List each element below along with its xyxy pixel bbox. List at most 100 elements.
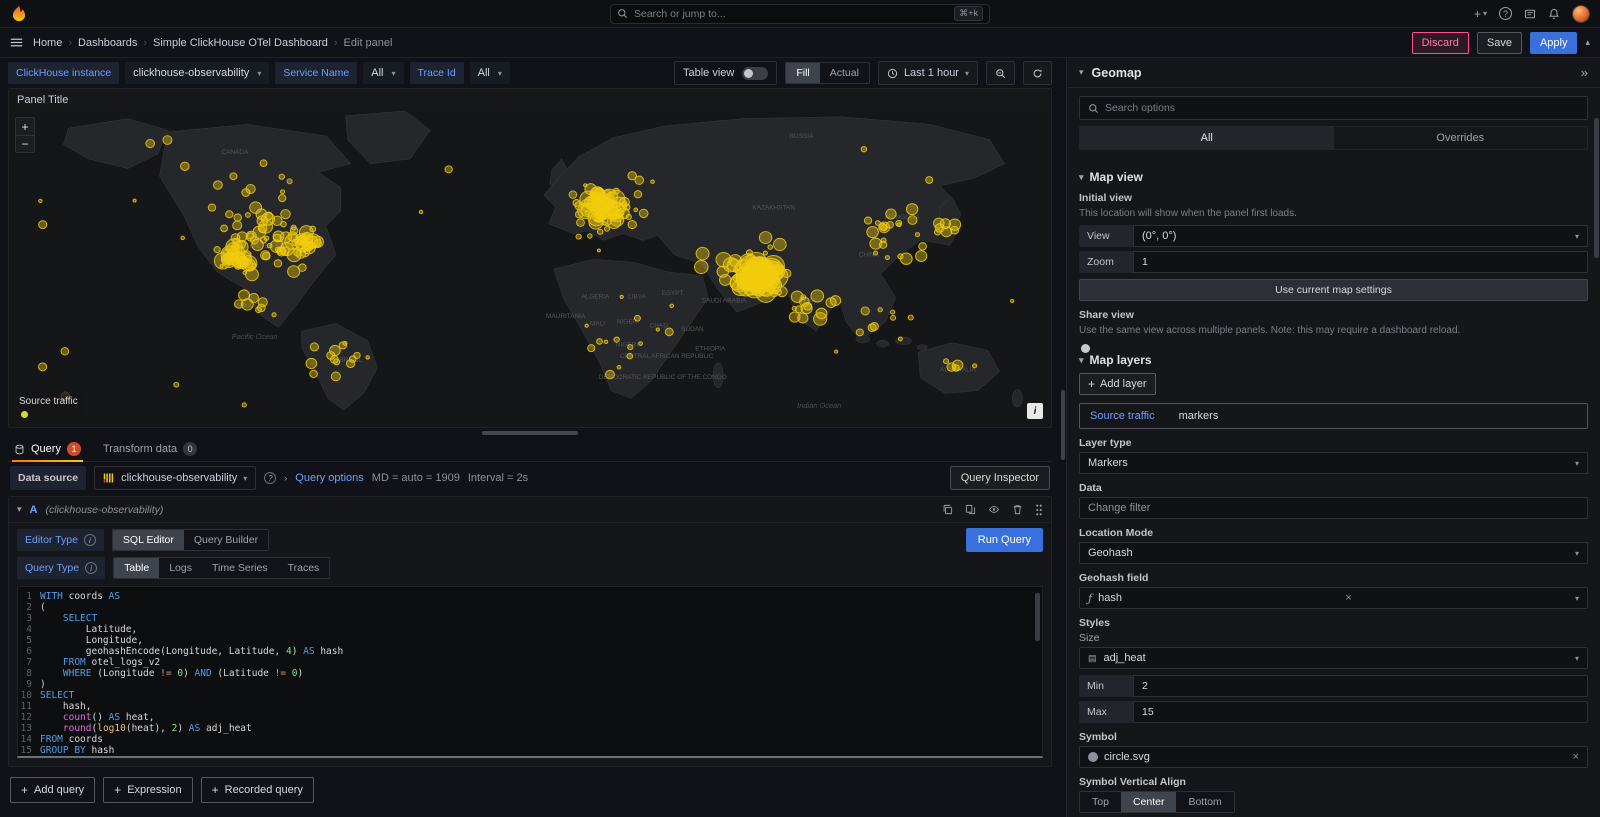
chevron-down-icon[interactable]: ▾ (17, 504, 22, 515)
options-search[interactable] (1079, 96, 1588, 120)
valign-center[interactable]: Center (1121, 792, 1177, 812)
query-type-logs[interactable]: Logs (159, 558, 202, 578)
sql-line[interactable]: 6 geohashEncode(Longitude, Latitude, 4) … (18, 646, 1042, 657)
refresh-button[interactable] (1023, 61, 1052, 85)
service-var-select[interactable]: All▾ (363, 62, 403, 84)
apply-button[interactable]: Apply (1530, 32, 1578, 54)
query-type-table[interactable]: Table (114, 558, 159, 578)
user-avatar[interactable] (1572, 5, 1590, 23)
sql-editor[interactable]: 1WITH coords AS2(3 SELECT4 Latitude,5 Lo… (17, 586, 1043, 758)
max-input[interactable] (1142, 706, 1579, 718)
sql-line[interactable]: 4 Latitude, (18, 624, 1042, 635)
symbol-select[interactable]: circle.svg × (1079, 746, 1588, 768)
map-attribution-info-icon[interactable]: i (1027, 403, 1043, 419)
map-zoom-out-button[interactable]: − (16, 135, 34, 152)
layer-item-source-traffic[interactable]: Source traffic markers (1079, 403, 1588, 429)
breadcrumb-dashboards[interactable]: Dashboards (78, 37, 137, 49)
sql-line[interactable]: 2( (18, 602, 1042, 613)
delete-query-trash-icon[interactable] (1012, 504, 1023, 515)
panel-resize-handle[interactable] (482, 431, 578, 435)
recorded-query-button[interactable]: +Recorded query (201, 777, 314, 803)
discard-button[interactable]: Discard (1412, 32, 1469, 54)
sql-line[interactable]: 13 round(log10(heat), 2) AS adj_heat (18, 723, 1042, 734)
display-mode-actual[interactable]: Actual (820, 63, 869, 83)
collapse-options-icon[interactable]: ▴ (1585, 37, 1590, 48)
sql-line[interactable]: 11 hash, (18, 701, 1042, 712)
valign-bottom[interactable]: Bottom (1176, 792, 1233, 812)
sql-line[interactable]: 8 WHERE (Longitude != 0) AND (Latitude !… (18, 668, 1042, 679)
hide-response-eye-icon[interactable] (988, 504, 1000, 515)
sql-line[interactable]: 1WITH coords AS (18, 591, 1042, 602)
geohash-field-select[interactable]: ƒ hash × ▾ (1079, 587, 1588, 609)
editor-type-sql[interactable]: SQL Editor (113, 530, 184, 550)
run-query-button[interactable]: Run Query (966, 528, 1043, 552)
sql-line[interactable]: 10SELECT (18, 690, 1042, 701)
section-map-layers[interactable]: ▾ Map layers (1079, 353, 1588, 367)
display-mode-fill[interactable]: Fill (786, 63, 819, 83)
table-view-switch[interactable] (742, 67, 768, 80)
query-type-traces[interactable]: Traces (278, 558, 330, 578)
expression-button[interactable]: +Expression (103, 777, 192, 803)
instance-var-select[interactable]: clickhouse-observability▾ (125, 62, 269, 84)
drag-handle-icon[interactable] (1035, 504, 1043, 516)
editor-type-builder[interactable]: Query Builder (184, 530, 268, 550)
tab-query[interactable]: Query 1 (12, 439, 83, 461)
collapse-pane-icon[interactable]: » (1581, 65, 1588, 80)
view-select[interactable]: (0°, 0°)▾ (1133, 225, 1588, 247)
min-input[interactable] (1142, 680, 1579, 692)
panel-header[interactable]: Panel Title (9, 89, 1051, 111)
zoom-out-time-button[interactable] (986, 61, 1015, 85)
global-search[interactable]: ⌘+k (610, 4, 990, 24)
query-card-header[interactable]: ▾ A (clickhouse-observability) (9, 497, 1051, 523)
sql-line[interactable]: 15GROUP BY hash (18, 745, 1042, 756)
map-zoom-in-button[interactable]: + (16, 118, 34, 135)
tab-overrides[interactable]: Overrides (1334, 127, 1588, 149)
add-menu-button[interactable]: +▾ (1474, 7, 1487, 21)
breadcrumb-dashboard-name[interactable]: Simple ClickHouse OTel Dashboard (153, 37, 328, 49)
options-search-input[interactable] (1105, 102, 1579, 114)
sql-line[interactable]: 5 Longitude, (18, 635, 1042, 646)
tab-transform-data[interactable]: Transform data 0 (101, 439, 199, 461)
breadcrumb-home[interactable]: Home (33, 37, 62, 49)
query-type-timeseries[interactable]: Time Series (202, 558, 278, 578)
use-current-map-settings-button[interactable]: Use current map settings (1079, 279, 1588, 301)
sidebar-scrollbar[interactable] (1594, 118, 1599, 258)
trace-var-select[interactable]: All▾ (470, 62, 510, 84)
bell-icon[interactable] (1548, 8, 1560, 20)
tab-all[interactable]: All (1080, 127, 1334, 149)
grafana-logo-icon[interactable] (10, 5, 28, 23)
clear-icon[interactable]: × (1345, 592, 1351, 604)
time-range-picker[interactable]: Last 1 hour▾ (878, 61, 978, 85)
query-options-toggle[interactable]: › Query options MD = auto = 1909 Interva… (284, 472, 528, 484)
code-scrollbar[interactable] (1035, 593, 1040, 641)
help-icon[interactable]: ? (1499, 7, 1512, 20)
clear-icon[interactable]: × (1573, 751, 1579, 763)
size-field-select[interactable]: ▤ adj_heat ▾ (1079, 647, 1588, 669)
query-inspector-button[interactable]: Query Inspector (950, 466, 1050, 490)
table-view-toggle[interactable]: Table view (674, 61, 777, 85)
copy-icon[interactable] (965, 504, 976, 515)
datasource-select[interactable]: clickhouse-observability ▾ (94, 466, 256, 490)
sql-line[interactable]: 9) (18, 679, 1042, 690)
add-layer-button[interactable]: +Add layer (1079, 373, 1156, 395)
data-filter-select[interactable]: Change filter (1079, 497, 1588, 519)
search-input[interactable] (634, 8, 948, 20)
chevron-down-icon[interactable]: ▾ (1079, 67, 1084, 78)
datasource-help-icon[interactable]: ? (264, 472, 276, 484)
add-query-button[interactable]: +Add query (10, 777, 95, 803)
sql-line[interactable]: 3 SELECT (18, 613, 1042, 624)
map-canvas[interactable]: RUSSIACANADAUNITED STATESMEXICOBRAZILKAZ… (9, 111, 1051, 427)
sql-line[interactable]: 7 FROM otel_logs_v2 (18, 657, 1042, 668)
save-button[interactable]: Save (1477, 32, 1522, 54)
section-map-view[interactable]: ▾ Map view (1079, 170, 1588, 184)
layer-type-select[interactable]: Markers▾ (1079, 452, 1588, 474)
options-header[interactable]: ▾ Geomap » (1067, 58, 1600, 88)
hamburger-menu-icon[interactable] (10, 37, 23, 48)
zoom-input[interactable] (1142, 256, 1579, 268)
location-mode-select[interactable]: Geohash▾ (1079, 542, 1588, 564)
valign-top[interactable]: Top (1080, 792, 1121, 812)
news-icon[interactable] (1524, 8, 1536, 20)
sql-line[interactable]: 14FROM coords (18, 734, 1042, 745)
sql-line[interactable]: 12 count() AS heat, (18, 712, 1042, 723)
duplicate-query-icon[interactable] (942, 504, 953, 515)
